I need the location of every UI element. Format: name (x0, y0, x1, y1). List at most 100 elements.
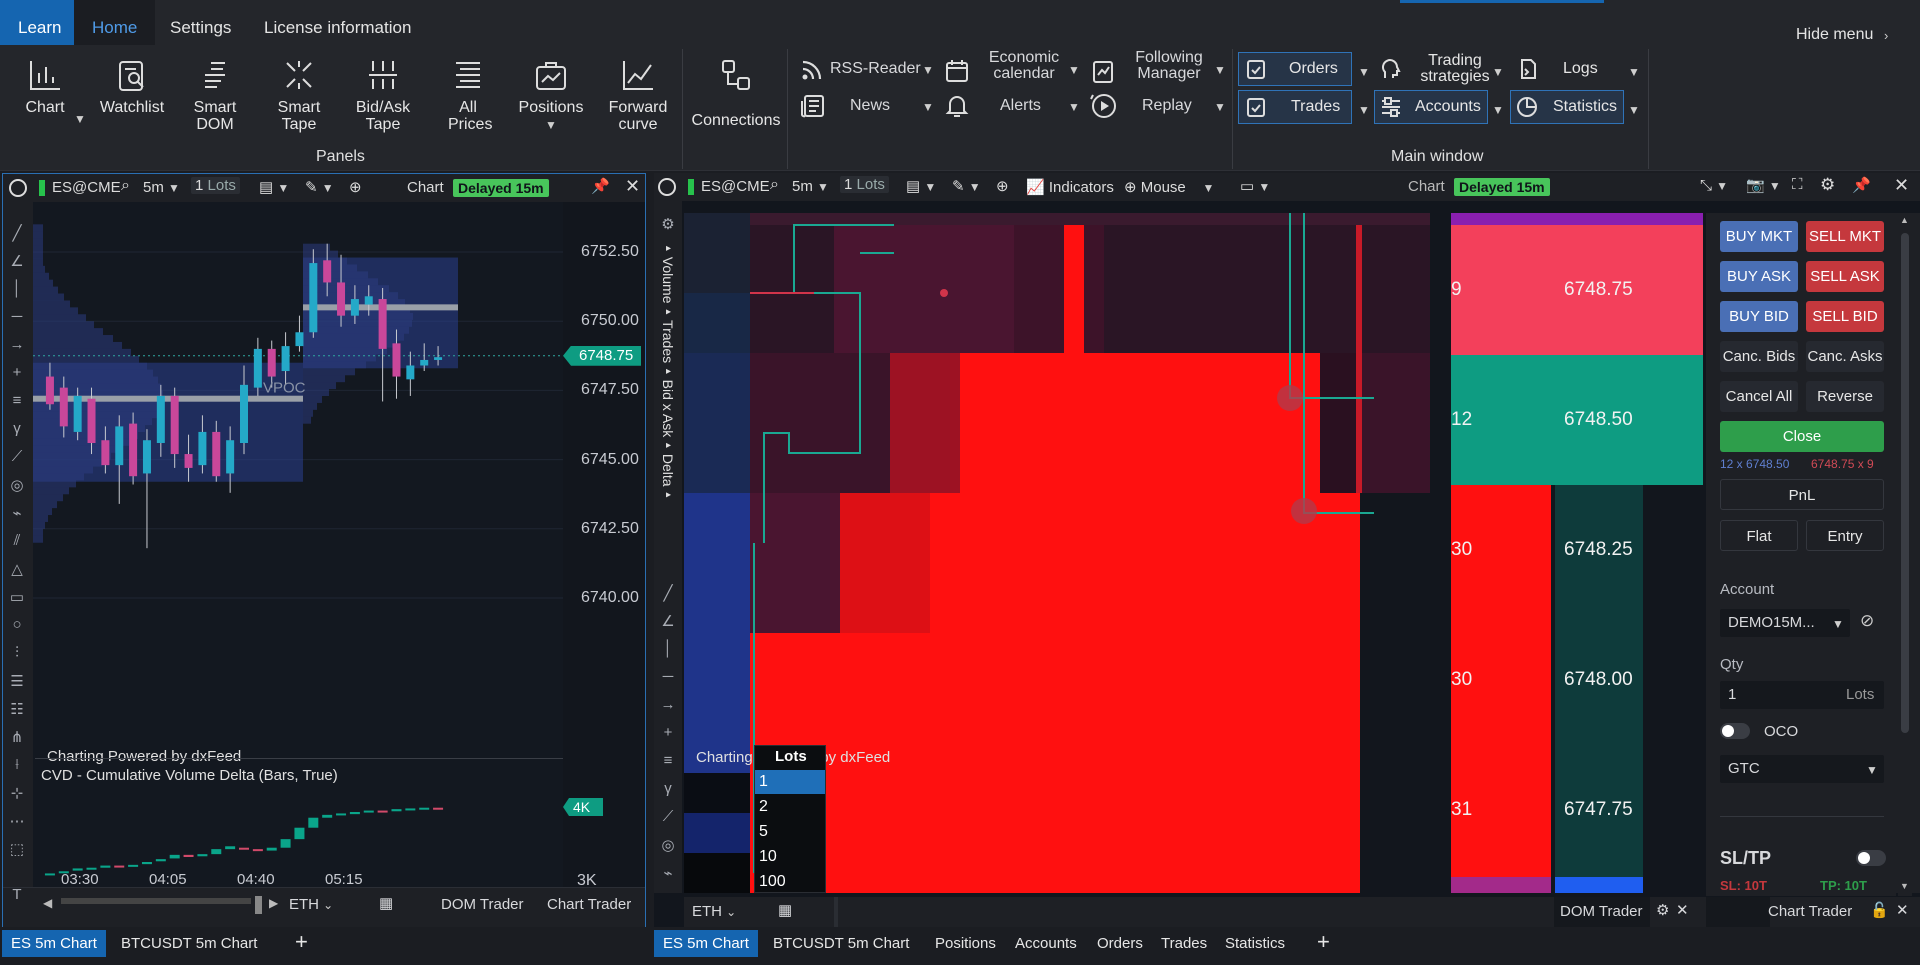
add-tab-plus-icon[interactable]: + (1308, 930, 1339, 957)
search-icon[interactable]: ⌕ (121, 177, 130, 195)
profile-icon[interactable]: ☰ (3, 672, 31, 690)
footprint-mode-labels[interactable]: ▸ Volume ▸ Trades ▸ Bid x Ask ▸ Delta ▸ (659, 243, 677, 500)
sltp-toggle[interactable] (1856, 850, 1886, 866)
sell-market-button[interactable]: SELL MKT (1806, 221, 1884, 252)
flat-button[interactable]: Flat (1720, 520, 1798, 551)
gear-icon[interactable]: ⚙ (1656, 901, 1669, 919)
indicators-button[interactable]: 📈 Indicators (1026, 178, 1114, 196)
orders-button[interactable]: Orders (1238, 52, 1352, 86)
pin-icon[interactable]: 📌 (591, 177, 610, 195)
bars-icon[interactable]: ⫶ (3, 644, 31, 661)
add-tab-plus-icon[interactable]: + (286, 930, 317, 957)
close-position-button[interactable]: Close (1720, 421, 1884, 452)
dom-trader-tab[interactable]: DOM Trader (1560, 903, 1643, 920)
fullscreen-icon[interactable]: ⛶ (1792, 176, 1803, 193)
smart-tape-button[interactable]: Smart Tape (266, 57, 332, 133)
positions-button[interactable]: Positions ▼ (516, 57, 586, 134)
mouse-mode-select[interactable]: ⊕ Mouse ▼ (1124, 178, 1214, 196)
bottom-tab-trades[interactable]: Trades (1152, 930, 1216, 957)
bottom-tab-es-chart-right[interactable]: ES 5m Chart (654, 930, 758, 957)
ruler-icon[interactable]: ⌁ (654, 864, 682, 882)
account-select[interactable]: DEMO15M... ▼ (1720, 609, 1850, 637)
dom-trader-toggle[interactable]: DOM Trader (441, 896, 524, 913)
orders-dropdown-icon[interactable]: ▼ (1358, 65, 1370, 79)
triangle-icon[interactable]: △ (3, 560, 31, 578)
chart-type-icon[interactable]: ▤ ▼ (259, 178, 289, 196)
fan-icon[interactable]: ⟋ (3, 448, 31, 465)
scroll-left-icon[interactable]: ◀ (43, 896, 52, 910)
statistics-button[interactable]: Statistics (1510, 90, 1624, 124)
tab-license-information[interactable]: License information (246, 0, 429, 45)
left-price-chart[interactable]: VPOC 03:30 04:05 04:40 05:15 (33, 202, 563, 887)
dom-row-price[interactable]: 6748.25 (1555, 485, 1643, 615)
lots-option[interactable]: 5 (759, 823, 768, 841)
economic-calendar-button[interactable]: Economic calendar ▼ (942, 50, 1082, 86)
bottom-tab-accounts[interactable]: Accounts (1006, 930, 1086, 957)
dom-row-volume[interactable]: 30 (1451, 485, 1551, 615)
dom-row-bid[interactable]: 12 6748.50 (1451, 355, 1703, 485)
line-tool-icon[interactable]: ╱ (3, 224, 31, 242)
lots-option[interactable]: 100 (759, 873, 786, 891)
dom-row-price[interactable]: 6747.75 (1555, 745, 1643, 877)
dom-row-price[interactable]: 6748.00 (1555, 615, 1643, 745)
collapse-icon[interactable]: ⤡ ▼ (1700, 177, 1728, 194)
lots-option[interactable]: 10 (759, 848, 777, 866)
trades-button[interactable]: Trades (1238, 90, 1352, 124)
crosshair-icon[interactable]: + (654, 724, 682, 741)
logs-button[interactable]: Logs (1510, 52, 1630, 86)
fib-icon[interactable]: ☷ (3, 700, 31, 718)
sell-bid-button[interactable]: SELL BID (1806, 301, 1884, 332)
zoom-in-icon[interactable]: ⊕ (996, 177, 1009, 195)
logs-dropdown-icon[interactable]: ▼ (1628, 65, 1640, 79)
horizontal-line-icon[interactable]: ─ (654, 668, 682, 685)
scrollbar-thumb[interactable] (255, 896, 262, 914)
regression-icon[interactable]: ⟊ (3, 756, 31, 773)
buy-ask-button[interactable]: BUY ASK (1720, 261, 1798, 292)
pnl-button[interactable]: PnL (1720, 479, 1884, 510)
hide-menu-button[interactable]: Hide menu (1778, 0, 1891, 45)
close-icon[interactable]: ✕ (625, 176, 640, 197)
lots-option[interactable]: 2 (759, 798, 768, 816)
cancel-asks-button[interactable]: Canc. Asks (1806, 341, 1884, 372)
zoom-in-icon[interactable]: ⊕ (349, 178, 362, 196)
qty-input[interactable]: 1 Lots (1720, 681, 1884, 709)
tab-home[interactable]: Home (74, 0, 156, 45)
replay-button[interactable]: Replay ▼ (1088, 89, 1228, 121)
circle-icon[interactable]: ○ (3, 616, 31, 633)
horizontal-line-icon[interactable]: ─ (3, 308, 31, 325)
connections-button[interactable]: Connections (690, 57, 782, 129)
bottom-tab-orders[interactable]: Orders (1088, 930, 1152, 957)
following-manager-button[interactable]: Following Manager ▼ (1088, 50, 1228, 86)
chart-type-icon[interactable]: ▤ ▼ (906, 177, 936, 195)
lock-icon[interactable]: 🔓 (1870, 901, 1889, 919)
buy-bid-button[interactable]: BUY BID (1720, 301, 1798, 332)
bottom-tab-positions[interactable]: Positions (926, 930, 1005, 957)
alerts-button[interactable]: Alerts ▼ (942, 89, 1082, 121)
close-icon[interactable]: ✕ (1676, 901, 1689, 919)
dom-row-volume[interactable]: 31 (1451, 745, 1551, 877)
trading-strategies-dropdown-icon[interactable]: ▼ (1492, 65, 1504, 79)
bid-ask-tape-button[interactable]: Bid/Ask Tape (350, 57, 416, 133)
pitchfork-icon[interactable]: ⋔ (3, 728, 31, 746)
symbol-label[interactable]: ES@CME (701, 178, 770, 195)
crosshair-icon[interactable]: + (3, 364, 31, 381)
watchlist-button[interactable]: Watchlist (96, 57, 168, 116)
arrow-tool-icon[interactable]: → (654, 696, 682, 713)
entry-button[interactable]: Entry (1806, 520, 1884, 551)
chart-trader-toggle[interactable]: Chart Trader (547, 896, 631, 913)
cancel-all-button[interactable]: Cancel All (1720, 381, 1798, 412)
trades-dropdown-icon[interactable]: ▼ (1358, 103, 1370, 117)
dom-row-volume[interactable]: 30 (1451, 615, 1551, 745)
trading-strategies-button[interactable]: Trading strategies (1374, 52, 1490, 86)
eye-off-icon[interactable]: ⊘ (1860, 611, 1874, 631)
statistics-dropdown-icon[interactable]: ▼ (1628, 103, 1640, 117)
gear-icon[interactable]: ⚙ (654, 215, 682, 233)
gear-icon[interactable]: ⚙ (1820, 175, 1835, 195)
cancel-bids-button[interactable]: Canc. Bids (1720, 341, 1798, 372)
close-icon[interactable]: ✕ (1896, 901, 1909, 919)
line-tool-icon[interactable]: ╱ (654, 584, 682, 602)
sell-ask-button[interactable]: SELL ASK (1806, 261, 1884, 292)
close-icon[interactable]: ✕ (1894, 175, 1909, 196)
vertical-line-icon[interactable]: │ (654, 640, 682, 657)
bottom-tab-btcusdt-chart-right[interactable]: BTCUSDT 5m Chart (764, 930, 918, 957)
